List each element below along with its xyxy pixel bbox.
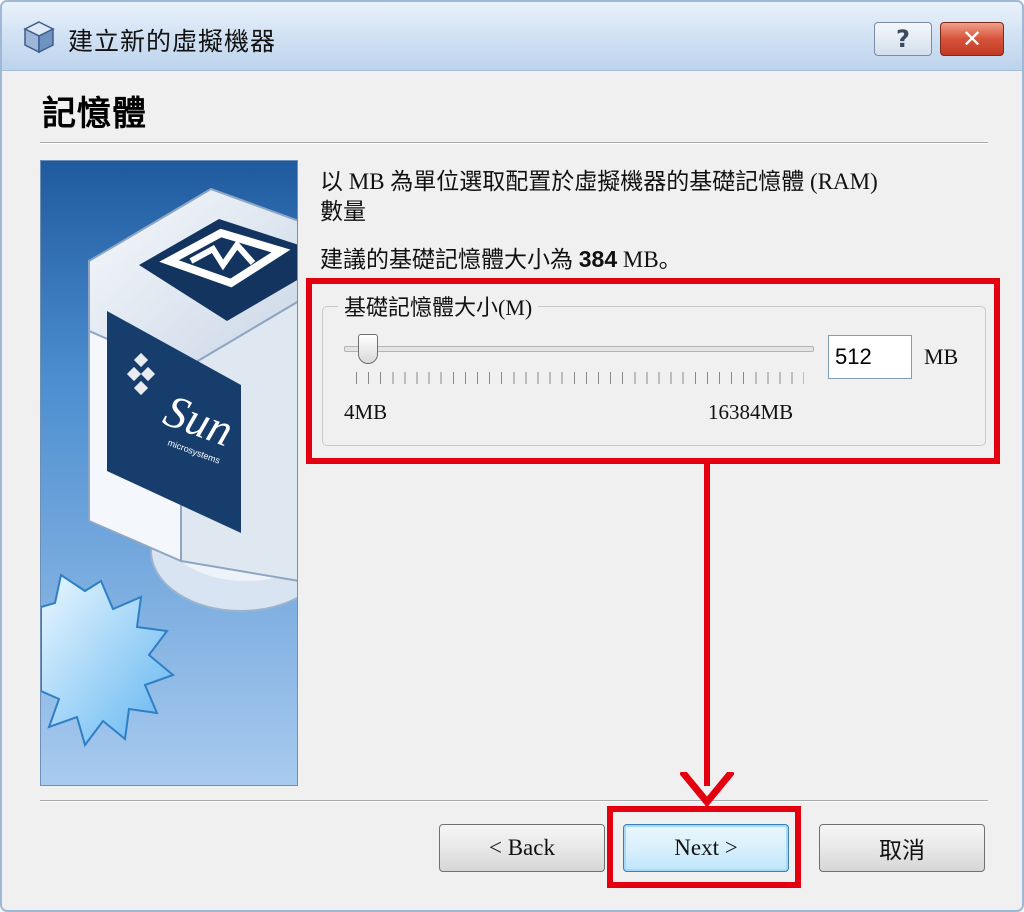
cancel-button[interactable]: 取消: [819, 824, 985, 872]
recommended-memory-text: 建議的基礎記憶體大小為 384 MB。: [320, 240, 682, 274]
description-text: 以 MB 為單位選取配置於虛擬機器的基礎記憶體 (RAM): [320, 169, 878, 194]
highlight-memory-box: [306, 278, 1000, 464]
help-button[interactable]: ?: [874, 22, 932, 56]
virtualbox-cube-icon: [23, 21, 55, 54]
annotation-arrow-head-icon: [680, 772, 734, 808]
annotation-arrow-shaft: [704, 462, 710, 786]
close-button[interactable]: ✕: [940, 22, 1004, 56]
wizard-banner-image: Sun microsystems: [40, 160, 298, 786]
close-icon: ✕: [961, 25, 983, 53]
footer-divider: [40, 800, 988, 802]
description-text-cont: 數量: [320, 199, 366, 224]
window-title: 建立新的虛擬機器: [68, 27, 277, 56]
back-button[interactable]: < Back: [439, 824, 605, 872]
recommend-value: 384: [578, 246, 618, 272]
header-divider: [40, 142, 988, 144]
page-title: 記憶體: [42, 94, 147, 134]
recommend-suffix: MB。: [617, 247, 682, 272]
title-bar[interactable]: 建立新的虛擬機器 ? ✕: [2, 2, 1022, 71]
highlight-next-box: [607, 806, 801, 888]
help-icon: ?: [896, 25, 910, 53]
recommend-prefix: 建議的基礎記憶體大小為: [320, 247, 579, 272]
